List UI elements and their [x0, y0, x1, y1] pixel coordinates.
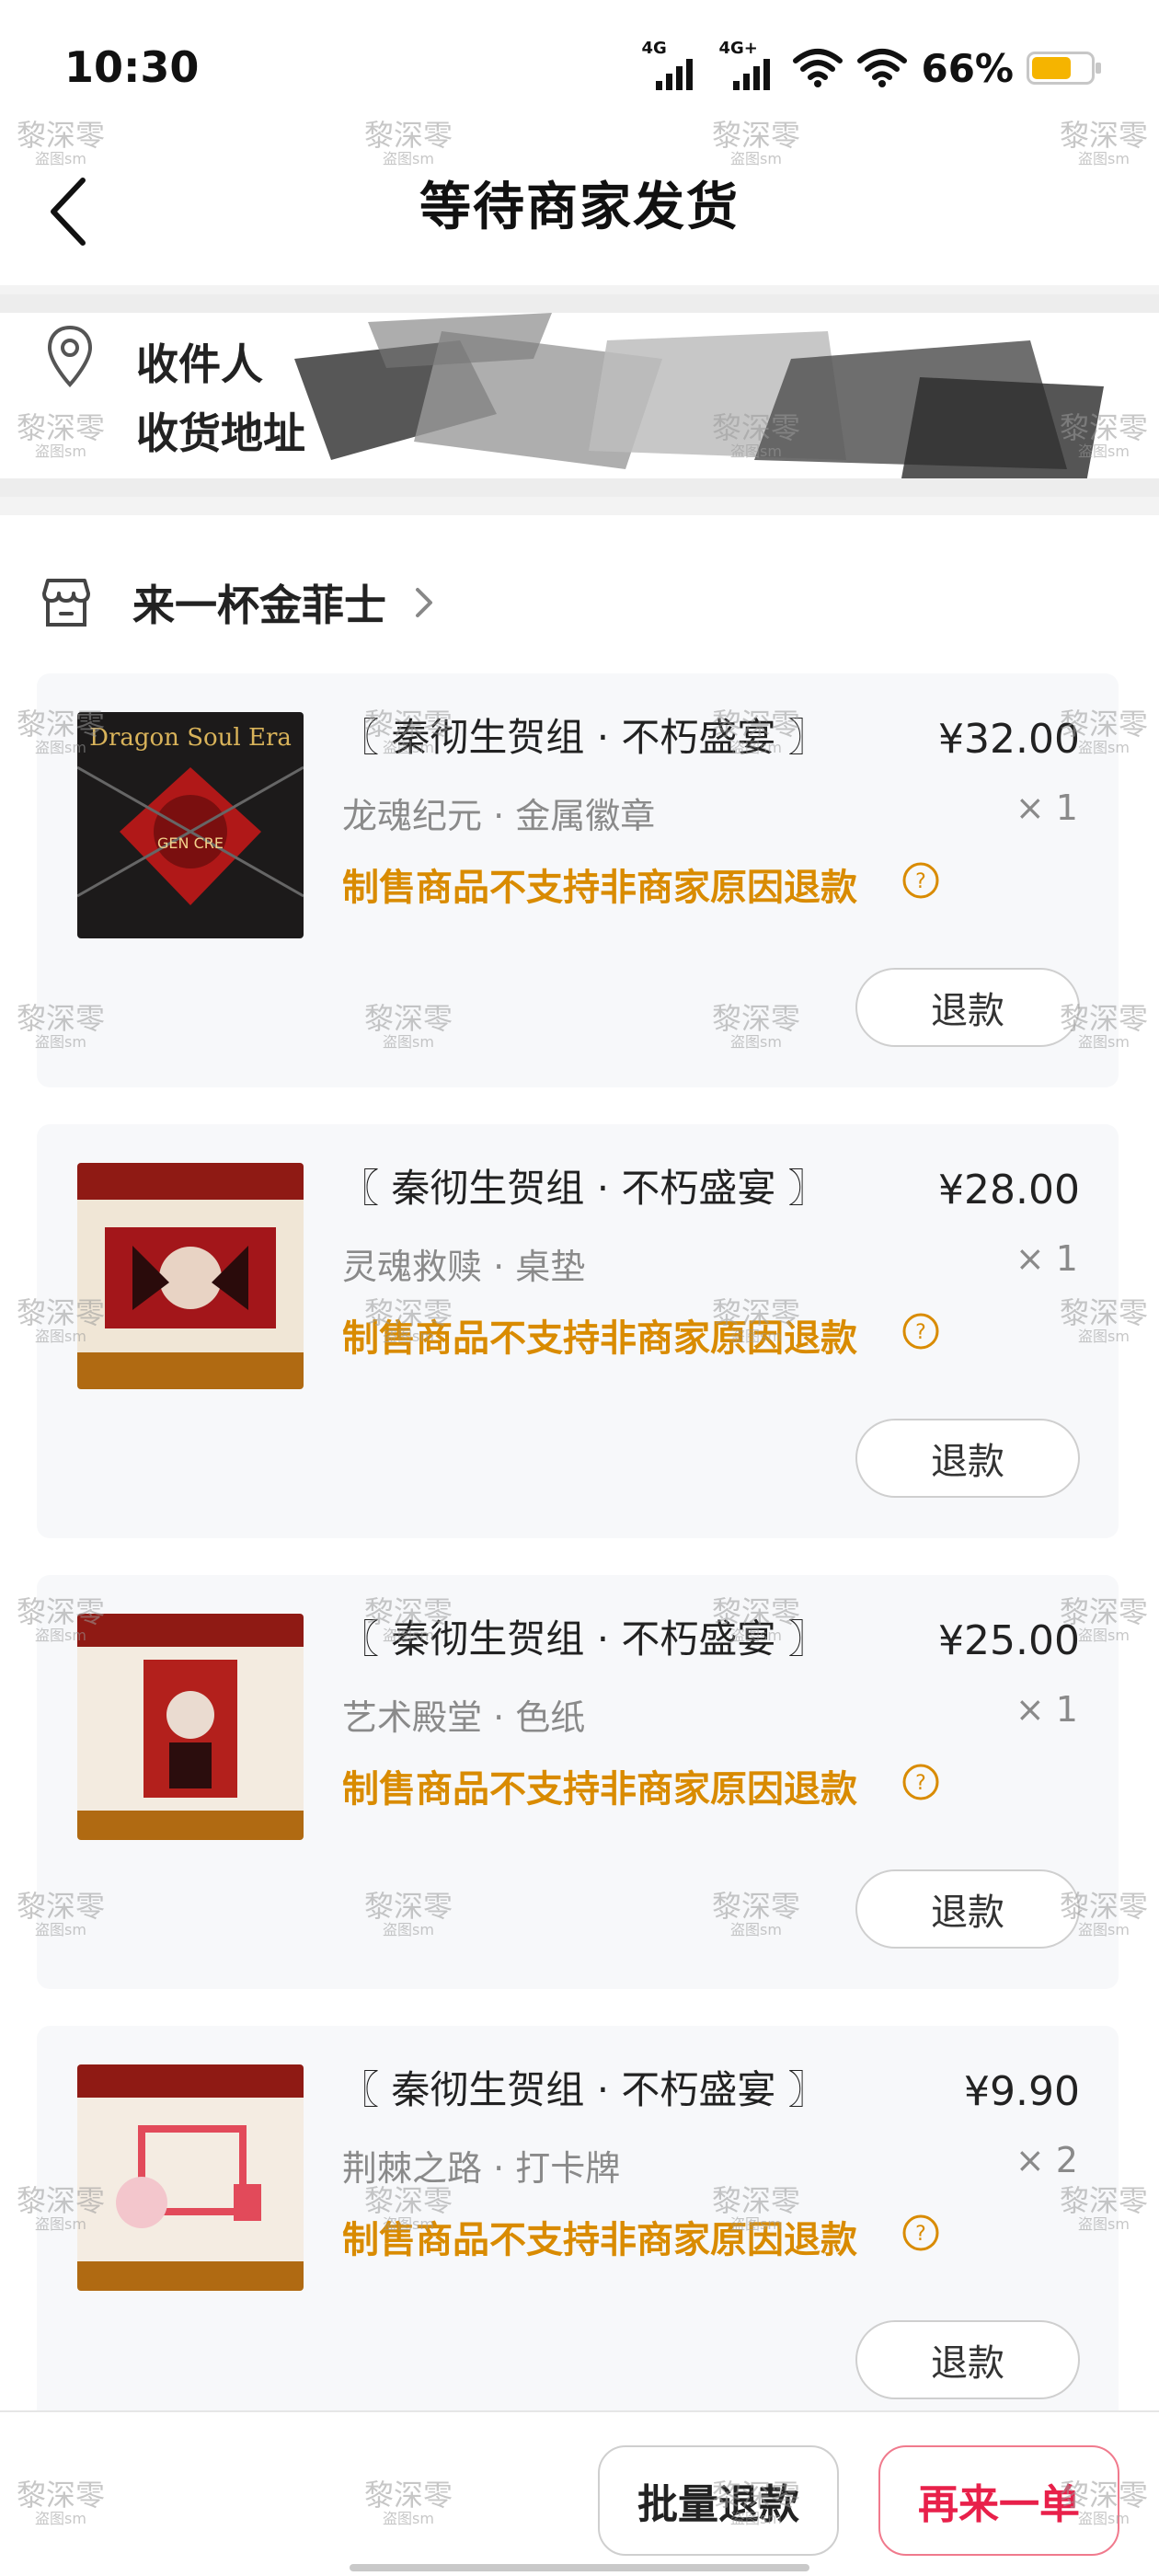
product-image[interactable]: [77, 1614, 304, 1840]
item-variant: 荆棘之路 · 打卡牌: [342, 2148, 621, 2189]
refund-policy-notice: 制售商品不支持非商家原因退款: [342, 1317, 857, 1360]
home-indicator[interactable]: [350, 2564, 809, 2571]
item-price: ¥28.00: [938, 1167, 1080, 1213]
item-price: ¥25.00: [938, 1617, 1080, 1664]
status-bar: 10:30 4G 4G+ 66%: [0, 0, 1159, 138]
status-icons: 4G 4G+ 66%: [637, 39, 1101, 96]
item-title: 〖 秦彻生贺组 · 不朽盛宴 〗: [340, 2067, 827, 2112]
product-image[interactable]: [77, 1163, 304, 1389]
recipient-label: 收件人: [136, 339, 263, 389]
bottom-action-bar: 批量退款 再来一单: [0, 2410, 1159, 2576]
page-header: 等待商家发货: [0, 138, 1159, 285]
refund-button[interactable]: 退款: [855, 1419, 1080, 1498]
battery-percentage: 66%: [921, 45, 1014, 91]
product-image[interactable]: Dragon Soul Era GEN CRE: [77, 712, 304, 938]
signal-icon: 4G+: [715, 39, 779, 96]
wifi-icon: [857, 49, 908, 87]
svg-text:?: ?: [915, 1321, 926, 1344]
help-circle-icon[interactable]: ?: [901, 1312, 940, 1351]
refund-policy-notice: 制售商品不支持非商家原因退款: [342, 867, 857, 909]
item-title: 〖 秦彻生贺组 · 不朽盛宴 〗: [340, 1166, 827, 1211]
item-title: 〖 秦彻生贺组 · 不朽盛宴 〗: [340, 715, 827, 760]
chevron-right-icon: [416, 588, 432, 617]
item-price: ¥32.00: [938, 716, 1080, 763]
refund-policy-notice: 制售商品不支持非商家原因退款: [342, 2219, 857, 2261]
item-quantity: × 1: [1015, 1689, 1078, 1730]
store-link[interactable]: 来一杯金菲士: [37, 566, 438, 639]
help-circle-icon[interactable]: ?: [901, 1763, 940, 1801]
refund-button[interactable]: 退款: [855, 1869, 1080, 1949]
order-item-card[interactable]: 〖 秦彻生贺组 · 不朽盛宴 〗 ¥25.00 艺术殿堂 · 色纸 × 1 制售…: [37, 1575, 1119, 1989]
thumb-sub-text: GEN CRE: [157, 834, 224, 852]
status-time: 10:30: [64, 42, 200, 92]
svg-text:?: ?: [915, 1772, 926, 1795]
order-item-card[interactable]: 〖 秦彻生贺组 · 不朽盛宴 〗 ¥9.90 荆棘之路 · 打卡牌 × 2 制售…: [37, 2026, 1119, 2440]
item-variant: 龙魂纪元 · 金属徽章: [342, 796, 656, 836]
item-quantity: × 1: [1015, 1238, 1078, 1279]
item-quantity: × 2: [1015, 2140, 1078, 2180]
item-variant: 灵魂救赎 · 桌垫: [342, 1247, 586, 1287]
redaction-scribble: [294, 313, 1104, 488]
refund-policy-notice: 制售商品不支持非商家原因退款: [342, 1768, 857, 1811]
item-quantity: × 1: [1015, 788, 1078, 828]
help-circle-icon[interactable]: ?: [901, 861, 940, 900]
page-title: 等待商家发货: [419, 178, 740, 237]
refund-button[interactable]: 退款: [855, 968, 1080, 1047]
reorder-button[interactable]: 再来一单: [878, 2445, 1119, 2556]
item-title: 〖 秦彻生贺组 · 不朽盛宴 〗: [340, 1616, 827, 1662]
thumb-title-text: Dragon Soul Era: [89, 724, 292, 752]
wifi-icon: [793, 49, 843, 87]
item-variant: 艺术殿堂 · 色纸: [342, 1697, 586, 1738]
refund-button[interactable]: 退款: [855, 2320, 1080, 2399]
product-image[interactable]: [77, 2064, 304, 2291]
help-circle-icon[interactable]: ?: [901, 2214, 940, 2252]
svg-text:?: ?: [915, 2223, 926, 2246]
order-section: 来一杯金菲士 Dragon Soul Era GEN CRE 〖 秦彻生贺组 ·…: [0, 515, 1159, 2440]
shipping-address-card[interactable]: 收件人 收货地址: [0, 294, 1159, 497]
svg-text:?: ?: [915, 870, 926, 893]
signal-icon: 4G: [637, 39, 702, 96]
location-pin-icon: [47, 325, 93, 387]
order-item-card[interactable]: 〖 秦彻生贺组 · 不朽盛宴 〗 ¥28.00 灵魂救赎 · 桌垫 × 1 制售…: [37, 1124, 1119, 1538]
store-icon: [42, 579, 90, 627]
store-name: 来一杯金菲士: [132, 581, 386, 630]
item-price: ¥9.90: [964, 2068, 1080, 2115]
bulk-refund-button[interactable]: 批量退款: [598, 2445, 839, 2556]
order-item-card[interactable]: Dragon Soul Era GEN CRE 〖 秦彻生贺组 · 不朽盛宴 〗…: [37, 673, 1119, 1087]
battery-icon: [1027, 52, 1101, 85]
